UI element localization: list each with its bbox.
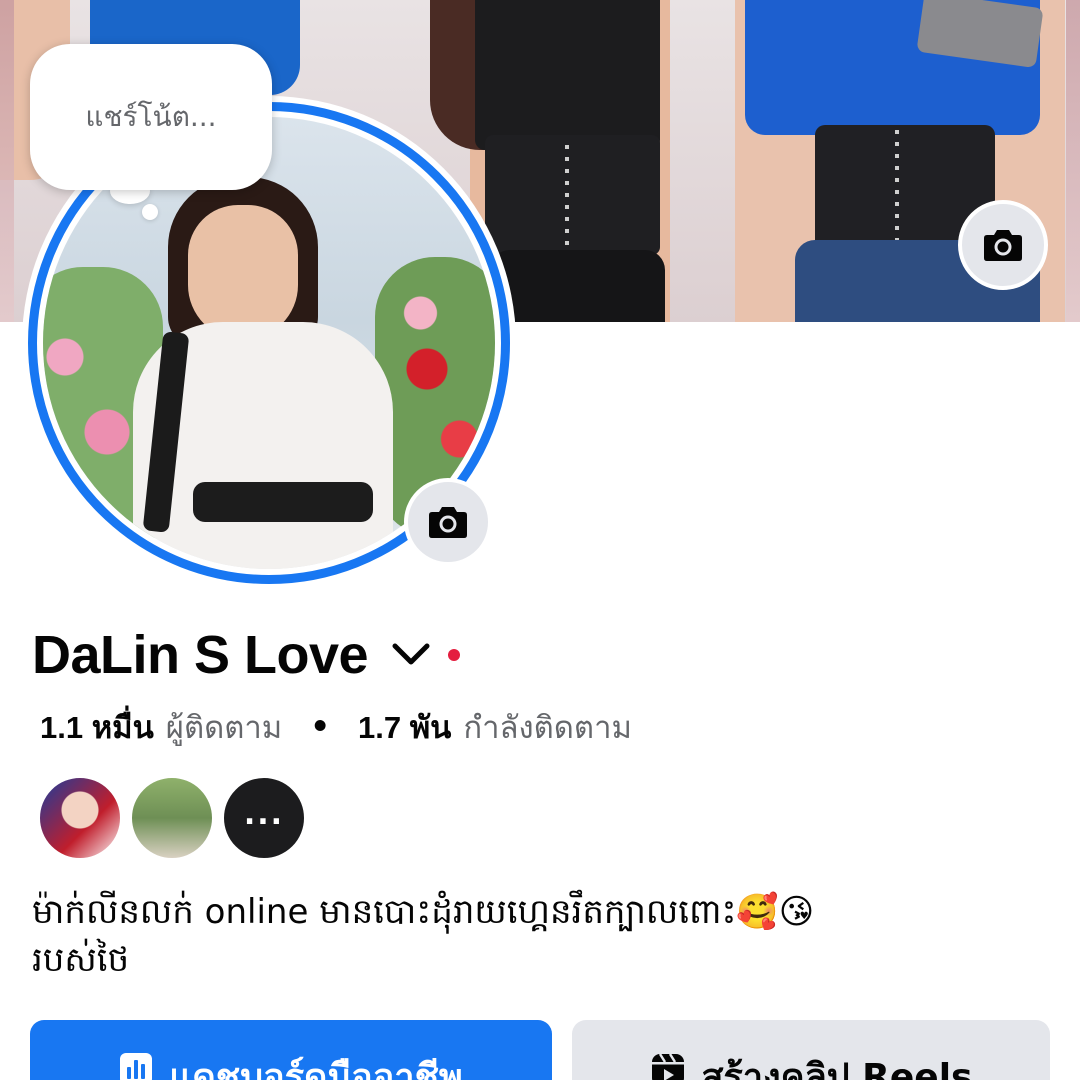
photo-bag	[193, 482, 373, 522]
cover-waist-trainer-1	[485, 135, 660, 255]
cover-hooks	[895, 130, 899, 250]
followers-count[interactable]: 1.1 หมื่น	[40, 702, 154, 752]
profile-name: DaLin S Love	[32, 625, 369, 685]
create-reels-label: สร้างคลิป Reels	[701, 1057, 973, 1080]
share-note-bubble[interactable]: แชร์โน้ต...	[30, 44, 272, 190]
camera-icon	[984, 230, 1022, 261]
profile-bio: ម៉ាក់លីនលក់ online មានបោះដុំរាយហ្គេនរឹតក…	[32, 892, 815, 980]
profile-name-row: DaLin S Love	[32, 620, 461, 690]
notification-dot	[448, 649, 461, 661]
friends-avatars: ...	[38, 776, 306, 860]
friend-avatar[interactable]	[38, 776, 122, 860]
following-count[interactable]: 1.7 พัน	[358, 702, 451, 752]
more-friends-button[interactable]: ...	[222, 776, 306, 860]
profile-camera-button[interactable]	[404, 478, 492, 566]
cover-hooks	[565, 145, 569, 250]
cover-border-right	[1066, 0, 1080, 322]
note-placeholder: แชร์โน้ต...	[85, 100, 217, 133]
reels-icon	[651, 1053, 684, 1080]
photo-face	[188, 205, 298, 340]
professional-dashboard-button[interactable]: แดชบอร์ดมืออาชีพ	[30, 1020, 552, 1080]
camera-icon	[429, 507, 467, 538]
following-label[interactable]: กำลังติดตาม	[463, 702, 632, 752]
professional-dashboard-label: แดชบอร์ดมืออาชีพ	[169, 1057, 463, 1080]
bar-chart-icon	[120, 1053, 153, 1080]
friend-avatar[interactable]	[130, 776, 214, 860]
cover-camera-button[interactable]	[958, 200, 1048, 290]
stats-separator: •	[310, 709, 331, 745]
chevron-down-icon	[392, 643, 430, 665]
more-dots: ...	[243, 796, 285, 832]
followers-label[interactable]: ผู้ติดตาม	[166, 702, 282, 752]
profile-stats: 1.1 หมื่น ผู้ติดตาม • 1.7 พัน กำลังติดตา…	[40, 702, 632, 752]
cover-model-2-top	[475, 0, 660, 150]
cover-model-2-skirt	[490, 250, 665, 322]
note-bubble-tail-small	[142, 204, 158, 220]
create-reels-button[interactable]: สร้างคลิป Reels	[572, 1020, 1050, 1080]
cover-border-left	[0, 0, 14, 322]
profile-switcher-button[interactable]	[390, 634, 432, 676]
